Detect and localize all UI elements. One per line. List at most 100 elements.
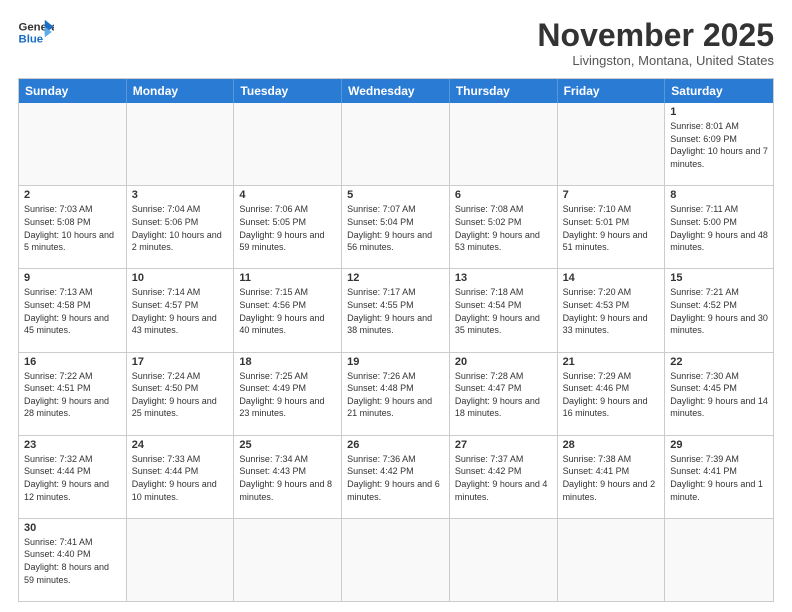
header-day-monday: Monday: [127, 79, 235, 103]
day-number: 26: [347, 439, 444, 451]
calendar-cell: 25 Sunrise: 7:34 AMSunset: 4:43 PMDayligh…: [234, 436, 342, 518]
day-info: Sunrise: 7:08 AMSunset: 5:02 PMDaylight:…: [455, 203, 552, 253]
day-number: 25: [239, 439, 336, 451]
calendar-cell: [558, 103, 666, 185]
calendar: SundayMondayTuesdayWednesdayThursdayFrid…: [18, 78, 774, 602]
calendar-cell: 26 Sunrise: 7:36 AMSunset: 4:42 PMDayligh…: [342, 436, 450, 518]
calendar-body: 1Sunrise: 8:01 AMSunset: 6:09 PMDaylight…: [19, 103, 773, 601]
day-number: 5: [347, 189, 444, 201]
calendar-cell: 10 Sunrise: 7:14 AMSunset: 4:57 PMDayligh…: [127, 269, 235, 351]
calendar-cell: 13Sunrise: 7:18 AMSunset: 4:54 PMDayligh…: [450, 269, 558, 351]
day-info: Sunrise: 7:07 AMSunset: 5:04 PMDaylight:…: [347, 203, 444, 253]
day-number: 20: [455, 356, 552, 368]
day-info: Sunrise: 7:11 AMSunset: 5:00 PMDaylight:…: [670, 203, 768, 253]
calendar-cell: [19, 103, 127, 185]
calendar-cell: 22 Sunrise: 7:30 AMSunset: 4:45 PMDayligh…: [665, 353, 773, 435]
calendar-cell: 12Sunrise: 7:17 AMSunset: 4:55 PMDayligh…: [342, 269, 450, 351]
header-day-tuesday: Tuesday: [234, 79, 342, 103]
day-number: 4: [239, 189, 336, 201]
month-title: November 2025: [537, 18, 774, 53]
calendar-cell: 17 Sunrise: 7:24 AMSunset: 4:50 PMDayligh…: [127, 353, 235, 435]
day-number: 7: [563, 189, 660, 201]
day-info: Sunrise: 7:15 AMSunset: 4:56 PMDaylight:…: [239, 286, 336, 336]
day-number: 15: [670, 272, 768, 284]
day-info: Sunrise: 7:18 AMSunset: 4:54 PMDaylight:…: [455, 286, 552, 336]
calendar-cell: 7 Sunrise: 7:10 AMSunset: 5:01 PMDaylight…: [558, 186, 666, 268]
header-day-friday: Friday: [558, 79, 666, 103]
day-number: 22: [670, 356, 768, 368]
day-info: Sunrise: 7:14 AMSunset: 4:57 PMDaylight:…: [132, 286, 229, 336]
day-number: 24: [132, 439, 229, 451]
calendar-cell: 20Sunrise: 7:28 AMSunset: 4:47 PMDayligh…: [450, 353, 558, 435]
day-number: 21: [563, 356, 660, 368]
day-info: Sunrise: 7:36 AMSunset: 4:42 PMDaylight:…: [347, 453, 444, 503]
day-info: Sunrise: 7:39 AMSunset: 4:41 PMDaylight:…: [670, 453, 768, 503]
calendar-cell: 6 Sunrise: 7:08 AMSunset: 5:02 PMDaylight…: [450, 186, 558, 268]
header-day-wednesday: Wednesday: [342, 79, 450, 103]
day-number: 3: [132, 189, 229, 201]
day-number: 10: [132, 272, 229, 284]
day-info: Sunrise: 7:32 AMSunset: 4:44 PMDaylight:…: [24, 453, 121, 503]
calendar-cell: 23 Sunrise: 7:32 AMSunset: 4:44 PMDayligh…: [19, 436, 127, 518]
day-number: 16: [24, 356, 121, 368]
calendar-cell: [234, 103, 342, 185]
day-info: Sunrise: 7:21 AMSunset: 4:52 PMDaylight:…: [670, 286, 768, 336]
calendar-cell: 24Sunrise: 7:33 AMSunset: 4:44 PMDayligh…: [127, 436, 235, 518]
calendar-cell: [450, 103, 558, 185]
location: Livingston, Montana, United States: [537, 53, 774, 68]
calendar-cell: 29 Sunrise: 7:39 AMSunset: 4:41 PMDayligh…: [665, 436, 773, 518]
day-info: Sunrise: 7:30 AMSunset: 4:45 PMDaylight:…: [670, 370, 768, 420]
calendar-cell: [234, 519, 342, 601]
calendar-row-0: 1Sunrise: 8:01 AMSunset: 6:09 PMDaylight…: [19, 103, 773, 185]
calendar-cell: [450, 519, 558, 601]
calendar-row-2: 9Sunrise: 7:13 AMSunset: 4:58 PMDaylight…: [19, 268, 773, 351]
day-number: 14: [563, 272, 660, 284]
calendar-cell: [127, 103, 235, 185]
day-info: Sunrise: 7:04 AMSunset: 5:06 PMDaylight:…: [132, 203, 229, 253]
day-info: Sunrise: 7:26 AMSunset: 4:48 PMDaylight:…: [347, 370, 444, 420]
calendar-cell: 15 Sunrise: 7:21 AMSunset: 4:52 PMDayligh…: [665, 269, 773, 351]
calendar-cell: 1Sunrise: 8:01 AMSunset: 6:09 PMDaylight…: [665, 103, 773, 185]
calendar-cell: [665, 519, 773, 601]
day-info: Sunrise: 7:17 AMSunset: 4:55 PMDaylight:…: [347, 286, 444, 336]
calendar-cell: 27 Sunrise: 7:37 AMSunset: 4:42 PMDayligh…: [450, 436, 558, 518]
day-info: Sunrise: 7:37 AMSunset: 4:42 PMDaylight:…: [455, 453, 552, 503]
calendar-cell: 28Sunrise: 7:38 AMSunset: 4:41 PMDayligh…: [558, 436, 666, 518]
logo-icon: General Blue: [18, 18, 54, 46]
calendar-cell: 2 Sunrise: 7:03 AMSunset: 5:08 PMDaylight…: [19, 186, 127, 268]
calendar-header: SundayMondayTuesdayWednesdayThursdayFrid…: [19, 79, 773, 103]
calendar-cell: 30Sunrise: 7:41 AMSunset: 4:40 PMDayligh…: [19, 519, 127, 601]
day-number: 28: [563, 439, 660, 451]
calendar-cell: 9Sunrise: 7:13 AMSunset: 4:58 PMDaylight…: [19, 269, 127, 351]
calendar-cell: [342, 519, 450, 601]
day-info: Sunrise: 7:25 AMSunset: 4:49 PMDaylight:…: [239, 370, 336, 420]
calendar-cell: 16 Sunrise: 7:22 AMSunset: 4:51 PMDayligh…: [19, 353, 127, 435]
day-number: 17: [132, 356, 229, 368]
day-number: 27: [455, 439, 552, 451]
title-block: November 2025 Livingston, Montana, Unite…: [537, 18, 774, 68]
day-number: 19: [347, 356, 444, 368]
calendar-cell: 19 Sunrise: 7:26 AMSunset: 4:48 PMDayligh…: [342, 353, 450, 435]
page-header: General Blue November 2025 Livingston, M…: [18, 18, 774, 68]
day-number: 9: [24, 272, 121, 284]
day-number: 1: [670, 106, 768, 118]
calendar-cell: 3 Sunrise: 7:04 AMSunset: 5:06 PMDaylight…: [127, 186, 235, 268]
day-number: 29: [670, 439, 768, 451]
header-day-thursday: Thursday: [450, 79, 558, 103]
day-info: Sunrise: 7:24 AMSunset: 4:50 PMDaylight:…: [132, 370, 229, 420]
day-number: 6: [455, 189, 552, 201]
calendar-row-5: 30Sunrise: 7:41 AMSunset: 4:40 PMDayligh…: [19, 518, 773, 601]
day-number: 2: [24, 189, 121, 201]
calendar-cell: 4 Sunrise: 7:06 AMSunset: 5:05 PMDaylight…: [234, 186, 342, 268]
day-info: Sunrise: 7:34 AMSunset: 4:43 PMDaylight:…: [239, 453, 336, 503]
logo: General Blue: [18, 18, 54, 46]
day-info: Sunrise: 7:10 AMSunset: 5:01 PMDaylight:…: [563, 203, 660, 253]
day-number: 23: [24, 439, 121, 451]
svg-text:Blue: Blue: [19, 34, 44, 46]
calendar-cell: [558, 519, 666, 601]
calendar-cell: 8Sunrise: 7:11 AMSunset: 5:00 PMDaylight…: [665, 186, 773, 268]
day-info: Sunrise: 7:03 AMSunset: 5:08 PMDaylight:…: [24, 203, 121, 253]
day-info: Sunrise: 7:06 AMSunset: 5:05 PMDaylight:…: [239, 203, 336, 253]
calendar-cell: [342, 103, 450, 185]
day-info: Sunrise: 7:22 AMSunset: 4:51 PMDaylight:…: [24, 370, 121, 420]
